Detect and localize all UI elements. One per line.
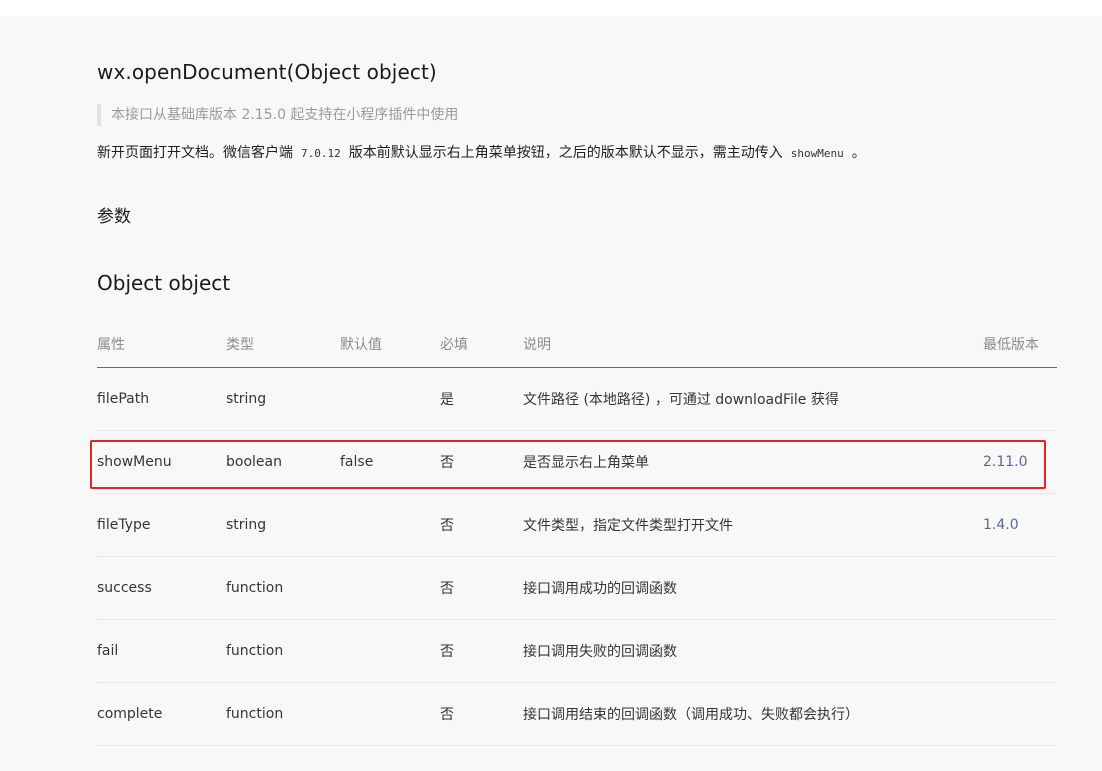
description-text-middle: 版本前默认显示右上角菜单按钮，之后的版本默认不显示，需主动传入 bbox=[348, 145, 783, 161]
param-name: filePath bbox=[97, 391, 150, 407]
param-default: false bbox=[340, 454, 374, 470]
table-header-row: 属性 类型 默认值 必填 说明 最低版本 bbox=[97, 320, 1057, 368]
params-table: 属性 类型 默认值 必填 说明 最低版本 filePath string 是 文… bbox=[97, 320, 1057, 746]
param-description: 接口调用结束的回调函数（调用成功、失败都会执行） bbox=[523, 707, 859, 723]
param-required: 否 bbox=[440, 455, 454, 471]
header-version: 最低版本 bbox=[983, 336, 1039, 353]
param-description: 文件类型，指定文件类型打开文件 bbox=[523, 518, 733, 534]
param-name: complete bbox=[97, 706, 163, 722]
table-row-fail: fail function 否 接口调用失败的回调函数 bbox=[97, 620, 1057, 683]
param-type: function bbox=[226, 580, 284, 596]
param-description: 是否显示右上角菜单 bbox=[523, 455, 649, 471]
header-description: 说明 bbox=[523, 336, 551, 353]
param-description: 文件路径 (本地路径) ，可通过 downloadFile 获得 bbox=[523, 392, 839, 408]
param-type: string bbox=[226, 391, 267, 407]
table-row-complete: complete function 否 接口调用结束的回调函数（调用成功、失败都… bbox=[97, 683, 1057, 746]
param-version: 1.4.0 bbox=[983, 517, 1019, 533]
param-required: 是 bbox=[440, 392, 454, 408]
param-required: 否 bbox=[440, 581, 454, 597]
api-title: wx.openDocument(Object object) bbox=[97, 60, 437, 84]
params-heading: 参数 bbox=[97, 207, 131, 227]
param-name: fail bbox=[97, 643, 119, 659]
object-heading: Object object bbox=[97, 271, 231, 295]
header-default: 默认值 bbox=[340, 336, 382, 353]
api-description: 新开页面打开文档。微信客户端 7.0.12 版本前默认显示右上角菜单按钮，之后的版本… bbox=[97, 142, 866, 165]
client-version-code: 7.0.12 bbox=[301, 147, 341, 160]
support-note: 本接口从基础库版本 2.15.0 起支持在小程序插件中使用 bbox=[97, 104, 458, 126]
param-name: success bbox=[97, 580, 152, 596]
param-type: boolean bbox=[226, 454, 282, 470]
param-name: fileType bbox=[97, 517, 151, 533]
showmenu-code: showMenu bbox=[790, 147, 844, 160]
param-type: string bbox=[226, 517, 267, 533]
header-type: 类型 bbox=[226, 336, 254, 353]
param-description: 接口调用成功的回调函数 bbox=[523, 581, 677, 597]
param-description: 接口调用失败的回调函数 bbox=[523, 644, 677, 660]
param-required: 否 bbox=[440, 707, 454, 723]
param-type: function bbox=[226, 706, 284, 722]
param-name: showMenu bbox=[97, 454, 172, 470]
description-text-start: 新开页面打开文档。微信客户端 bbox=[97, 145, 293, 161]
table-row-filetype: fileType string 否 文件类型，指定文件类型打开文件 1.4.0 bbox=[97, 494, 1057, 557]
table-row-showmenu: showMenu boolean false 否 是否显示右上角菜单 2.11.… bbox=[97, 431, 1057, 494]
param-required: 否 bbox=[440, 518, 454, 534]
param-version: 2.11.0 bbox=[983, 454, 1028, 470]
header-name: 属性 bbox=[97, 336, 125, 353]
header-required: 必填 bbox=[440, 336, 468, 353]
param-required: 否 bbox=[440, 644, 454, 660]
table-row-success: success function 否 接口调用成功的回调函数 bbox=[97, 557, 1057, 620]
description-text-end: 。 bbox=[851, 145, 866, 161]
param-type: function bbox=[226, 643, 284, 659]
table-row-filepath: filePath string 是 文件路径 (本地路径) ，可通过 downl… bbox=[97, 368, 1057, 431]
